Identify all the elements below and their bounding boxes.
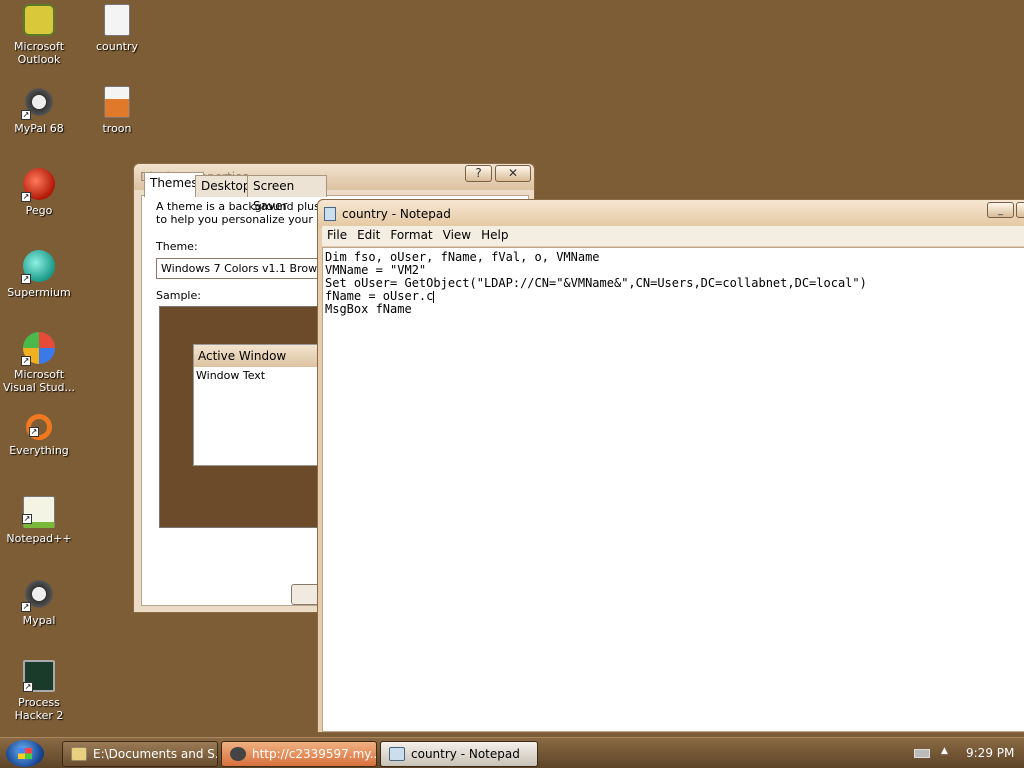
notepad-icon (389, 747, 405, 761)
windows-logo-icon (18, 748, 32, 759)
desktop-icon-label: Process Hacker 2 (14, 696, 64, 722)
desktop-icon-country[interactable]: country (79, 4, 155, 53)
desktop-icon-everything[interactable]: ↗ Everything (1, 414, 77, 457)
taskbar-item-browser[interactable]: http://c2339597.my.... (221, 741, 377, 767)
desktop-icon-mypal68[interactable]: ↗ MyPal 68 (1, 86, 77, 135)
everything-search-icon: ↗ (26, 414, 52, 440)
desktop-icon-supermium[interactable]: ↗ Supermium (1, 250, 77, 299)
menu-help[interactable]: Help (476, 226, 513, 244)
taskbar-item-explorer[interactable]: E:\Documents and S... (62, 741, 218, 767)
help-button[interactable]: ? (465, 165, 492, 182)
desktop-icon-label: troon (102, 122, 132, 135)
tab-screen-saver[interactable]: Screen Saver (247, 175, 327, 213)
close-button[interactable]: ✕ (495, 165, 531, 182)
menu-file[interactable]: File (322, 226, 352, 244)
code-line: MsgBox fName (325, 302, 412, 316)
notepadpp-icon: ↗ (22, 496, 55, 528)
supermium-icon: ↗ (21, 250, 55, 284)
mypal-icon: ↗ (21, 578, 55, 612)
desktop-icon-label: MyPal 68 (14, 122, 64, 135)
desktop-icon-notepadpp[interactable]: ↗ Notepad++ (1, 496, 77, 545)
desktop-icon-label: Microsoft Visual Stud... (2, 368, 76, 394)
theme-select[interactable]: Windows 7 Colors v1.1 Brown (156, 258, 336, 279)
desktop-icon-label: Notepad++ (6, 532, 72, 545)
sample-preview: Active Window Window Text (159, 306, 353, 528)
theme-label: Theme: (156, 240, 198, 253)
notepad-editor[interactable]: Dim fso, oUser, fName, fVal, o, VMName VM… (322, 247, 1024, 732)
code-line: Dim fso, oUser, fName, fVal, o, VMName (325, 250, 600, 264)
desktop-icon-mypal[interactable]: ↗ Mypal (1, 578, 77, 627)
menu-format[interactable]: Format (385, 226, 437, 244)
desktop-icon-label: Supermium (7, 286, 71, 299)
theme-select-value: Windows 7 Colors v1.1 Brown (161, 262, 325, 275)
notepad-window[interactable]: country - Notepad _ □ FileEditFormatView… (317, 199, 1024, 733)
sample-label: Sample: (156, 289, 201, 302)
notepad-icon (324, 207, 336, 221)
taskbar-item-label: country - Notepad (411, 747, 520, 761)
visual-studio-icon: ↗ (21, 332, 55, 366)
outlook-icon (23, 4, 55, 36)
keyboard-icon[interactable] (914, 749, 930, 758)
pego-icon: ↗ (21, 168, 55, 202)
mypal-icon: ↗ (21, 86, 55, 120)
maximize-button[interactable]: □ (1016, 202, 1024, 218)
desktop-icon-troon[interactable]: troon (79, 86, 155, 135)
menu-edit[interactable]: Edit (352, 226, 385, 244)
desktop-icon-visual-studio[interactable]: ↗ Microsoft Visual Stud... (1, 332, 77, 394)
notepad-menubar: File Edit Format View Help (322, 226, 1024, 246)
clock[interactable]: 9:29 PM (966, 746, 1014, 760)
script-file-icon (104, 4, 130, 36)
desktop-icon-outlook[interactable]: Microsoft Outlook (1, 4, 77, 66)
desktop-icon-process-hacker[interactable]: ↗ Process Hacker 2 (1, 660, 77, 722)
menu-view[interactable]: View (438, 226, 476, 244)
folder-icon (71, 747, 87, 761)
notepad-title: country - Notepad (342, 207, 451, 221)
taskbar: E:\Documents and S... http://c2339597.my… (0, 737, 1024, 768)
text-cursor (433, 290, 435, 303)
taskbar-item-notepad[interactable]: country - Notepad (380, 741, 538, 767)
taskbar-item-label: http://c2339597.my.... (252, 747, 377, 761)
desktop-icon-label: Everything (9, 444, 69, 457)
tray-up-arrow[interactable]: ▲ (941, 746, 948, 756)
mypal-icon (230, 747, 246, 761)
minimize-button[interactable]: _ (987, 202, 1014, 218)
start-button[interactable] (6, 740, 44, 767)
archive-file-icon (104, 86, 130, 118)
code-line: fName = oUser.c (325, 289, 434, 303)
taskbar-item-label: E:\Documents and S... (93, 747, 218, 761)
notepad-titlebar: country - Notepad _ □ (318, 200, 1024, 228)
desktop-icon-pego[interactable]: ↗ Pego (1, 168, 77, 217)
desktop-icon-label: Mypal (22, 614, 56, 627)
desktop-icon-label: Pego (25, 204, 53, 217)
desktop-icon-label: country (95, 40, 139, 53)
desktop-icon-label: Microsoft Outlook (13, 40, 65, 66)
process-hacker-icon: ↗ (23, 660, 55, 692)
